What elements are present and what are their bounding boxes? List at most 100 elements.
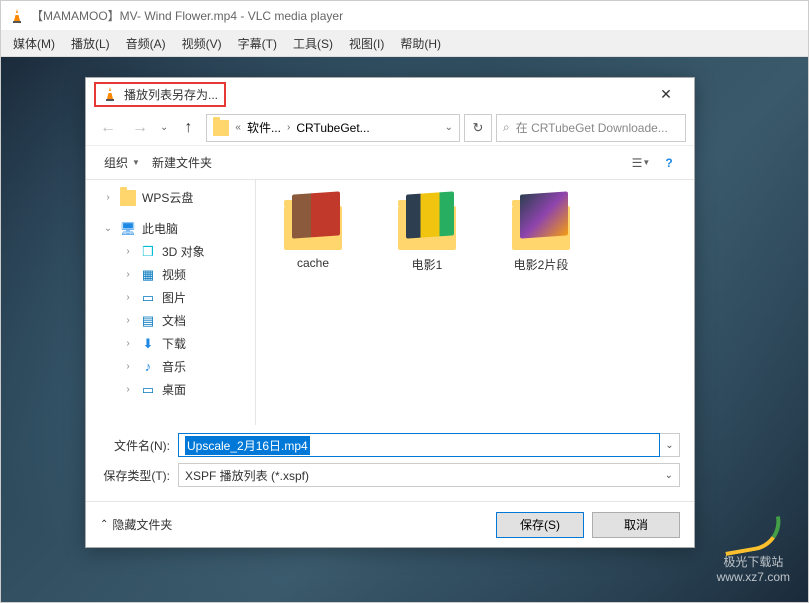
chevron-down-icon: ⌄ [665, 470, 673, 481]
organize-label: 组织 [104, 154, 128, 171]
address-seg-2[interactable]: CRTubeGet... [296, 121, 369, 135]
chevron-up-icon: ⌃ [100, 519, 108, 530]
chevron-down-icon: ▼ [642, 158, 650, 167]
tree-desktop[interactable]: ›▭桌面 [86, 378, 255, 401]
tree-label: 图片 [162, 289, 186, 306]
tree-pictures[interactable]: ›▭图片 [86, 286, 255, 309]
video-icon: ▦ [140, 267, 156, 283]
cube-icon: ❒ [140, 244, 156, 260]
document-icon: ▤ [140, 313, 156, 329]
menu-audio[interactable]: 音频(A) [118, 32, 174, 55]
dialog-footer: ⌃ 隐藏文件夹 保存(S) 取消 [86, 501, 694, 547]
view-options-button[interactable]: ☰ ▼ [628, 151, 654, 175]
dialog-nav: ← → ⌄ ↑ « 软件... › CRTubeGet... ⌄ ↻ ⌕ 在 C… [86, 110, 694, 146]
folder-icon [506, 196, 576, 250]
dialog-title-highlighted: 播放列表另存为... [94, 82, 226, 107]
dialog-body: › WPS云盘 ⌄ 🖥 此电脑 ›❒3D 对象 ›▦视频 ›▭图片 ›▤文档 ›… [86, 180, 694, 425]
tree-label: 文档 [162, 312, 186, 329]
chevron-left-icon: « [233, 122, 243, 133]
hide-folders-label: 隐藏文件夹 [112, 516, 172, 533]
vlc-cone-icon [102, 86, 118, 102]
view-icon: ☰ [632, 156, 643, 170]
search-input[interactable]: ⌕ 在 CRTubeGet Downloade... [496, 114, 686, 142]
folder-item-cache[interactable]: cache [268, 196, 358, 270]
vlc-titlebar: 【MAMAMOO】MV- Wind Flower.mp4 - VLC media… [1, 1, 808, 31]
filetype-label: 保存类型(T): [100, 467, 178, 484]
help-icon: ? [665, 156, 672, 170]
menu-media[interactable]: 媒体(M) [5, 32, 63, 55]
hide-folders-toggle[interactable]: ⌃ 隐藏文件夹 [100, 516, 172, 533]
folder-icon [278, 196, 348, 250]
tree-this-pc[interactable]: ⌄ 🖥 此电脑 [86, 217, 255, 240]
file-name: cache [297, 256, 329, 270]
music-icon: ♪ [140, 359, 156, 375]
file-name: 电影2片段 [514, 256, 569, 273]
refresh-button[interactable]: ↻ [464, 114, 492, 142]
filetype-value: XSPF 播放列表 (*.xspf) [185, 467, 309, 484]
filename-label: 文件名(N): [100, 437, 178, 454]
vlc-cone-icon [9, 8, 25, 24]
file-list[interactable]: cache 电影1 电影2片段 [256, 180, 694, 425]
menu-subtitle[interactable]: 字幕(T) [230, 32, 285, 55]
nav-forward-button[interactable]: → [126, 114, 154, 142]
cancel-button[interactable]: 取消 [592, 512, 680, 538]
expand-icon[interactable]: › [102, 192, 114, 203]
folder-icon [213, 120, 229, 136]
menu-video[interactable]: 视频(V) [174, 32, 230, 55]
dialog-toolbar: 组织 ▼ 新建文件夹 ☰ ▼ ? [86, 146, 694, 180]
watermark-line2: www.xz7.com [717, 570, 790, 584]
tree-label: 视频 [162, 266, 186, 283]
help-button[interactable]: ? [656, 151, 682, 175]
nav-tree: › WPS云盘 ⌄ 🖥 此电脑 ›❒3D 对象 ›▦视频 ›▭图片 ›▤文档 ›… [86, 180, 256, 425]
tree-documents[interactable]: ›▤文档 [86, 309, 255, 332]
tree-label: WPS云盘 [142, 189, 193, 206]
folder-item-movie2clip[interactable]: 电影2片段 [496, 196, 586, 273]
collapse-icon[interactable]: ⌄ [102, 223, 114, 234]
search-placeholder: 在 CRTubeGet Downloade... [516, 119, 668, 136]
dialog-titlebar: 播放列表另存为... ✕ [86, 78, 694, 110]
address-bar[interactable]: « 软件... › CRTubeGet... ⌄ [206, 114, 460, 142]
new-folder-button[interactable]: 新建文件夹 [146, 151, 218, 174]
tree-label: 下载 [162, 335, 186, 352]
tree-videos[interactable]: ›▦视频 [86, 263, 255, 286]
chevron-right-icon: › [285, 122, 292, 133]
folder-item-movie1[interactable]: 电影1 [382, 196, 472, 273]
tree-music[interactable]: ›♪音乐 [86, 355, 255, 378]
nav-up-button[interactable]: ↑ [174, 114, 202, 142]
tree-3d-objects[interactable]: ›❒3D 对象 [86, 240, 255, 263]
vlc-window-title: 【MAMAMOO】MV- Wind Flower.mp4 - VLC media… [31, 7, 343, 24]
filename-value: Upscale_2月16日.mp4 [185, 436, 310, 455]
address-dropdown[interactable]: ⌄ [445, 122, 453, 133]
pc-icon: 🖥 [120, 221, 136, 237]
tree-wps-cloud[interactable]: › WPS云盘 [86, 186, 255, 209]
dialog-fields: 文件名(N): Upscale_2月16日.mp4 ⌄ 保存类型(T): XSP… [86, 425, 694, 501]
nav-recent-dropdown[interactable]: ⌄ [158, 122, 170, 133]
file-name: 电影1 [412, 256, 443, 273]
menu-tools[interactable]: 工具(S) [285, 32, 341, 55]
tree-label: 此电脑 [142, 220, 178, 237]
folder-icon [120, 190, 136, 206]
organize-button[interactable]: 组织 ▼ [98, 151, 146, 174]
menu-help[interactable]: 帮助(H) [392, 32, 449, 55]
desktop-icon: ▭ [140, 382, 156, 398]
watermark-swoosh-icon [721, 516, 785, 556]
menu-view[interactable]: 视图(I) [341, 32, 392, 55]
tree-label: 桌面 [162, 381, 186, 398]
nav-back-button[interactable]: ← [94, 114, 122, 142]
tree-downloads[interactable]: ›⬇下载 [86, 332, 255, 355]
search-icon: ⌕ [503, 120, 510, 135]
tree-label: 音乐 [162, 358, 186, 375]
save-button[interactable]: 保存(S) [496, 512, 584, 538]
folder-icon [392, 196, 462, 250]
close-button[interactable]: ✕ [646, 80, 686, 108]
tree-label: 3D 对象 [162, 243, 205, 260]
filename-input[interactable]: Upscale_2月16日.mp4 [178, 433, 660, 457]
watermark-line1: 极光下载站 [717, 553, 790, 570]
filename-dropdown[interactable]: ⌄ [660, 433, 680, 457]
chevron-down-icon: ▼ [132, 158, 140, 167]
menu-playback[interactable]: 播放(L) [63, 32, 118, 55]
address-seg-1[interactable]: 软件... [247, 119, 281, 136]
filetype-select[interactable]: XSPF 播放列表 (*.xspf) ⌄ [178, 463, 680, 487]
vlc-menubar: 媒体(M) 播放(L) 音频(A) 视频(V) 字幕(T) 工具(S) 视图(I… [1, 31, 808, 57]
dialog-title: 播放列表另存为... [124, 86, 218, 103]
